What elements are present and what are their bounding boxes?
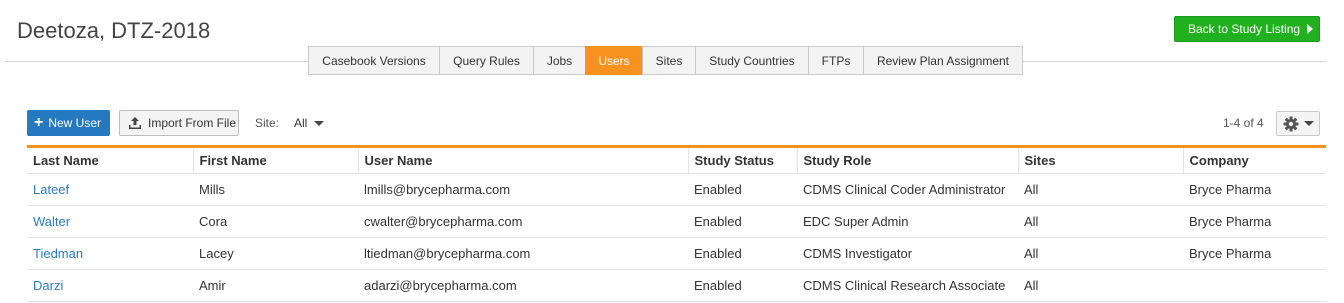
column-header-study-role[interactable]: Study Role <box>796 148 1018 174</box>
cell-study-status: Enabled <box>688 173 797 206</box>
tab-jobs[interactable]: Jobs <box>533 46 585 75</box>
column-header-first-name[interactable]: First Name <box>192 148 358 174</box>
tab-ftps[interactable]: FTPs <box>808 46 863 75</box>
cell-company <box>1183 269 1326 302</box>
cell-study-status: Enabled <box>688 205 797 238</box>
page-title: Deetoza, DTZ-2018 <box>17 18 211 43</box>
chevron-down-icon <box>314 120 325 126</box>
column-header-user-name[interactable]: User Name <box>357 148 688 174</box>
cell-user-name: ltiedman@brycepharma.com <box>358 237 688 270</box>
new-user-label: New User <box>48 116 102 130</box>
cell-user-name: adarzi@brycepharma.com <box>358 269 688 302</box>
cell-study-role: CDMS Clinical Coder Administrator <box>797 173 1018 206</box>
cell-sites: All <box>1018 205 1183 238</box>
pagination-count: 1-4 of 4 <box>1223 116 1264 130</box>
cell-sites: All <box>1018 237 1183 270</box>
cell-sites: All <box>1018 173 1183 206</box>
site-filter-value: All <box>294 116 308 130</box>
import-from-file-button[interactable]: Import From File <box>119 110 239 136</box>
user-link[interactable]: Walter <box>33 214 70 229</box>
tab-review-plan-assignment[interactable]: Review Plan Assignment <box>863 46 1023 75</box>
tab-casebook-versions[interactable]: Casebook Versions <box>308 46 439 75</box>
upload-icon <box>129 117 141 129</box>
cell-study-role: EDC Super Admin <box>797 205 1018 238</box>
table-row: Tiedman Lacey ltiedman@brycepharma.com E… <box>27 237 1326 270</box>
tab-users[interactable]: Users <box>585 46 642 75</box>
cell-user-name: lmills@brycepharma.com <box>358 173 688 206</box>
back-to-study-listing-button[interactable]: Back to Study Listing <box>1174 16 1320 42</box>
cell-first-name: Lacey <box>193 237 358 270</box>
cell-last-name[interactable]: Tiedman <box>27 237 193 270</box>
site-filter-select[interactable]: All <box>294 116 325 130</box>
table-row: Lateef Mills lmills@brycepharma.com Enab… <box>27 173 1326 206</box>
play-icon <box>1307 24 1313 34</box>
table-row: Walter Cora cwalter@brycepharma.com Enab… <box>27 205 1326 238</box>
cell-study-status: Enabled <box>688 237 797 270</box>
new-user-button[interactable]: + New User <box>27 110 110 136</box>
cell-company: Bryce Pharma <box>1183 173 1326 206</box>
tab-study-countries[interactable]: Study Countries <box>695 46 808 75</box>
column-header-study-status[interactable]: Study Status <box>687 148 797 174</box>
settings-menu-button[interactable] <box>1276 111 1320 136</box>
cell-sites: All <box>1018 269 1183 302</box>
cell-last-name[interactable]: Lateef <box>27 173 193 206</box>
column-header-last-name[interactable]: Last Name <box>27 148 193 174</box>
users-table: Last Name First Name User Name Study Sta… <box>27 148 1326 302</box>
import-label: Import From File <box>148 116 237 130</box>
cell-first-name: Cora <box>193 205 358 238</box>
plus-icon: + <box>34 114 44 131</box>
cell-first-name: Mills <box>193 173 358 206</box>
cell-study-role: CDMS Investigator <box>797 237 1018 270</box>
cell-first-name: Amir <box>193 269 358 302</box>
cell-last-name[interactable]: Darzi <box>27 269 193 302</box>
table-row: Darzi Amir adarzi@brycepharma.com Enable… <box>27 269 1326 302</box>
cell-last-name[interactable]: Walter <box>27 205 193 238</box>
user-link[interactable]: Darzi <box>33 278 63 293</box>
gear-icon <box>1283 116 1299 131</box>
chevron-down-icon <box>1304 121 1314 126</box>
user-link[interactable]: Tiedman <box>33 246 83 261</box>
tab-sites[interactable]: Sites <box>642 46 695 75</box>
cell-study-role: CDMS Clinical Research Associate <box>797 269 1018 302</box>
table-header-row: Last Name First Name User Name Study Sta… <box>27 148 1326 174</box>
column-header-company[interactable]: Company <box>1182 148 1326 174</box>
site-filter-label: Site: <box>255 116 280 130</box>
cell-company: Bryce Pharma <box>1183 237 1326 270</box>
tab-query-rules[interactable]: Query Rules <box>439 46 533 75</box>
cell-user-name: cwalter@brycepharma.com <box>358 205 688 238</box>
cell-study-status: Enabled <box>688 269 797 302</box>
column-header-sites[interactable]: Sites <box>1017 148 1183 174</box>
cell-company: Bryce Pharma <box>1183 205 1326 238</box>
tab-bar: Casebook Versions Query Rules Jobs Users… <box>308 46 1023 75</box>
user-link[interactable]: Lateef <box>33 182 69 197</box>
back-button-label: Back to Study Listing <box>1188 22 1301 36</box>
